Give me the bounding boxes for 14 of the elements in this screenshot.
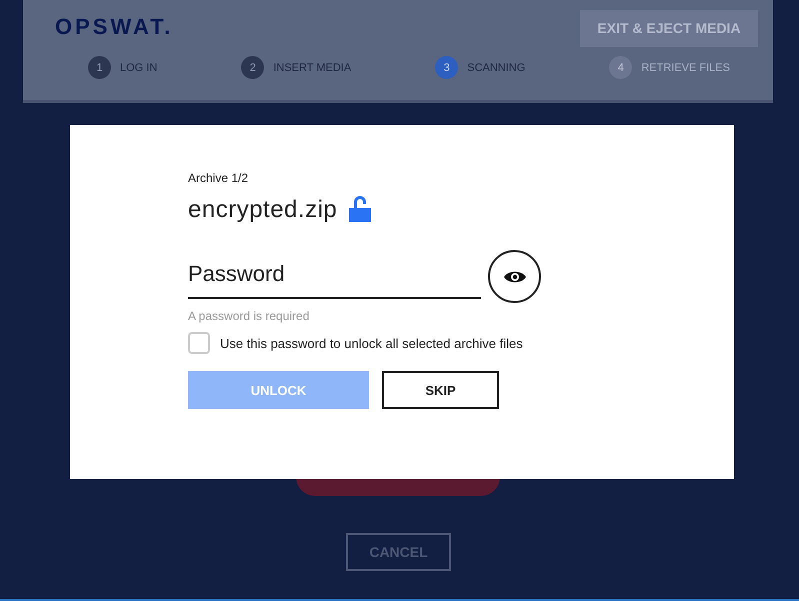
- skip-button[interactable]: SKIP: [382, 371, 499, 409]
- archive-counter: Archive 1/2: [188, 171, 250, 185]
- exit-button[interactable]: EXIT & EJECT MEDIA: [580, 10, 758, 46]
- show-password-button[interactable]: [488, 250, 541, 303]
- checkbox[interactable]: [188, 332, 210, 354]
- step-tab[interactable]: 1 LOG IN: [88, 56, 158, 79]
- checkbox-label: Use this password to unlock all selected archive files: [220, 336, 523, 350]
- logo: OPSWAT.: [55, 13, 174, 40]
- cancel-button[interactable]: CANCEL: [346, 533, 451, 571]
- file-name: encrypted.zip: [188, 196, 338, 224]
- step-tab[interactable]: 3 SCANNING: [435, 56, 526, 79]
- unlocked-padlock-icon: [349, 195, 372, 223]
- hint-text: A password is required: [188, 309, 310, 323]
- step-tab[interactable]: 2 INSERT MEDIA: [241, 56, 352, 79]
